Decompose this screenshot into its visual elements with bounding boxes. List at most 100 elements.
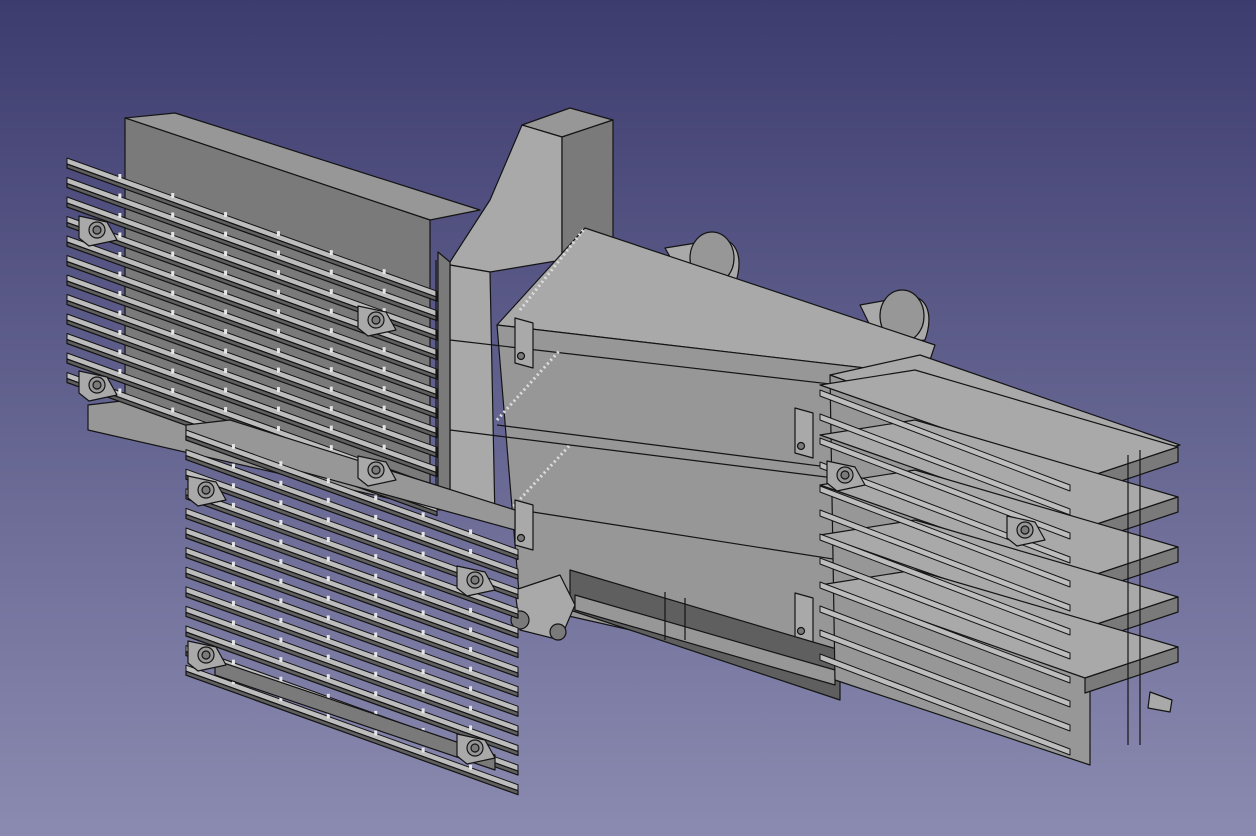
fin-stud [374,730,378,736]
fin-stud [118,271,122,277]
fin-stud [224,212,228,218]
fin-stud [329,269,333,275]
fin-stud [374,691,378,697]
fin-stud [171,329,175,335]
fin-stud [421,512,425,518]
fin-stud [469,607,473,613]
fin-stud [421,669,425,675]
fin-stud [231,502,235,508]
fin-stud [279,657,283,663]
fin-stud [326,517,330,523]
fin-stud [329,386,333,392]
fin-stud [374,573,378,579]
fin-stud [224,309,228,315]
fin-stud [329,425,333,431]
bolt-core [470,575,480,585]
fin-stud [118,369,122,375]
fin-stud [279,637,283,643]
bolt-core [201,485,211,495]
fin-stud [171,212,175,218]
fin-stud [326,615,330,621]
fin-stud [279,539,283,545]
fin-stud [171,349,175,355]
bolt-core [840,470,850,480]
3d-viewport[interactable]: .f-light{fill:#a9a9a9;stroke:#141414;str… [0,0,1256,836]
fin-stud [279,461,283,467]
fin-stud [326,478,330,484]
bolt-core [92,225,102,235]
fin-stud [421,551,425,557]
bolt-core [470,743,480,753]
fin-stud [374,612,378,618]
fin-stud [374,632,378,638]
fin-stud [279,676,283,682]
fin-stud [279,559,283,565]
fin-stud [374,534,378,540]
fin-stud [279,480,283,486]
fin-stud [171,407,175,413]
fin-stud [329,308,333,314]
fin-stud [421,649,425,655]
fin-stud [326,635,330,641]
fin-stud [224,387,228,393]
fin-stud [382,269,386,275]
fin-stud [276,309,280,315]
bolt-core [371,465,381,475]
fin-stud [231,640,235,646]
fin-stud [118,291,122,297]
fin-stud [279,578,283,584]
fin-stud [224,407,228,413]
fin-stud [171,251,175,257]
bracket [514,317,534,369]
fin-stud [374,554,378,560]
fin-stud [231,600,235,606]
bolt-core [371,315,381,325]
fin-stud [329,328,333,334]
fin-stud [469,647,473,653]
fin-stud [374,671,378,677]
fin-stud [171,388,175,394]
bracket-hole [516,533,526,543]
fin-stud [276,250,280,256]
fin-stud [224,231,228,237]
fin-stud [118,252,122,258]
fin-stud [382,347,386,353]
fin-stud [421,708,425,714]
fin-stud [421,747,425,753]
fin-stud [382,425,386,431]
fin-stud [329,367,333,373]
fin-stud [469,549,473,555]
fin-stud [171,368,175,374]
fin-stud [224,251,228,257]
model-scene[interactable]: .f-light{fill:#a9a9a9;stroke:#141414;str… [0,0,1256,836]
fin-stud [171,193,175,199]
fin-stud [276,348,280,354]
fin-stud [421,629,425,635]
bracket-hole [796,626,806,636]
fin-stud [329,289,333,295]
fin-stud [118,193,122,199]
fin-stud [118,213,122,219]
fin-stud [171,290,175,296]
fin-stud [231,561,235,567]
fin-stud [276,426,280,432]
fin-stud [231,444,235,450]
fin-stud [279,617,283,623]
fin-stud [279,598,283,604]
fin-stud [421,531,425,537]
fin-stud [118,174,122,180]
fin-stud [421,590,425,596]
fin-stud [231,542,235,548]
fin-stud [326,654,330,660]
fin-stud [224,368,228,374]
fin-stud [276,270,280,276]
fin-stud [224,270,228,276]
fin-stud [374,652,378,658]
fin-stud [118,232,122,238]
fin-stud [276,367,280,373]
bolt-core [201,650,211,660]
fin-stud [382,405,386,411]
fin-stud [329,250,333,256]
fin-stud [374,514,378,520]
fin-stud [326,556,330,562]
